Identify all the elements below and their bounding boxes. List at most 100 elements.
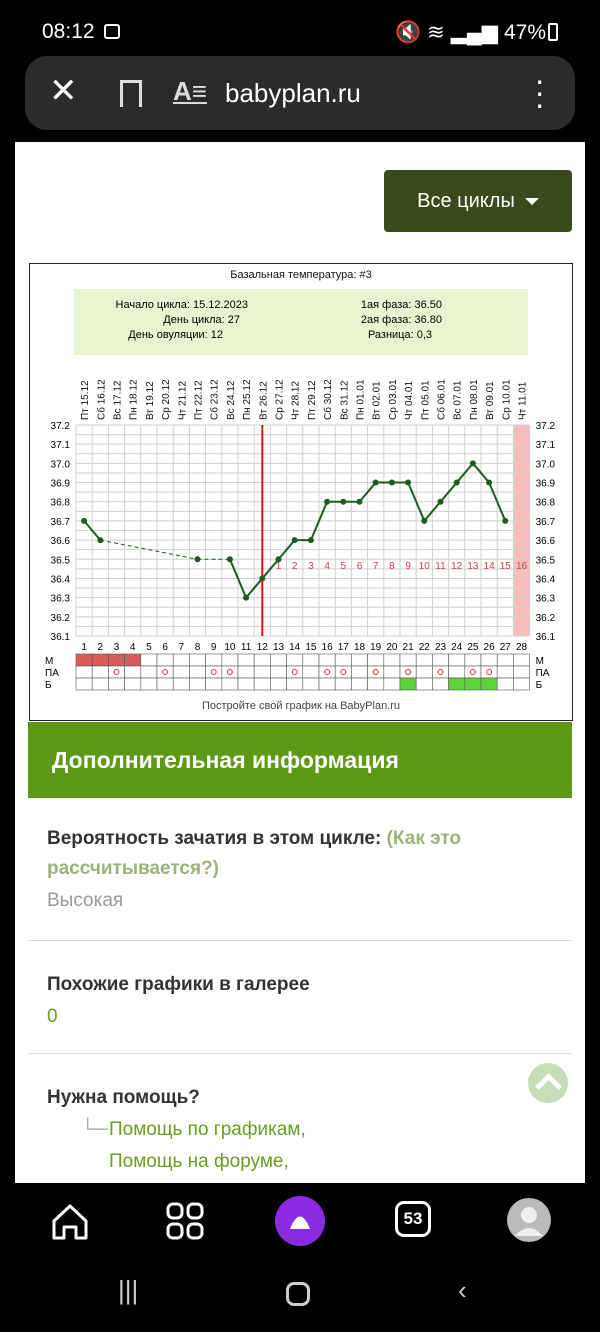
temp-difference: Разница: 0,3 — [368, 329, 432, 341]
marker-cell — [399, 677, 417, 691]
y-tick-label-left: 36.4 — [51, 574, 71, 585]
marker-cell — [399, 653, 417, 667]
day-number: 20 — [386, 642, 398, 653]
marker-cell — [399, 665, 417, 679]
marker-cell — [172, 665, 190, 679]
profile-avatar-icon[interactable] — [507, 1198, 551, 1242]
date-label: Пн 08.01 — [469, 379, 480, 420]
row-label-left: ПА — [45, 668, 59, 679]
y-tick-label-right: 36.6 — [536, 536, 556, 547]
marker-cell — [205, 677, 223, 691]
date-label: Ср 10.01 — [501, 379, 512, 420]
home-button-icon[interactable] — [286, 1282, 310, 1306]
y-tick-label-right: 36.4 — [536, 574, 556, 585]
date-label: Пн 25.12 — [242, 379, 253, 420]
day-number: 13 — [273, 642, 285, 653]
phase2-day-label: 9 — [405, 561, 411, 572]
back-icon[interactable]: ‹ — [458, 1275, 467, 1306]
date-label: Вс 17.12 — [113, 380, 124, 420]
phase2-day-label: 6 — [357, 561, 363, 572]
marker-cell — [513, 677, 530, 691]
close-icon[interactable]: ✕ — [49, 74, 78, 108]
probability-value: Высокая — [47, 890, 124, 911]
probability-label: Вероятность зачатия в этом цикле: — [47, 828, 382, 849]
divider — [28, 940, 572, 941]
y-tick-label-right: 37.1 — [536, 440, 556, 451]
marker-cell — [480, 665, 498, 679]
phase2-day-label: 12 — [451, 561, 463, 572]
y-tick-label-left: 36.1 — [51, 632, 71, 643]
day-number: 3 — [114, 642, 120, 653]
marker-cell — [432, 665, 449, 679]
marker-cell — [464, 665, 482, 679]
home-icon[interactable] — [50, 1201, 90, 1241]
date-label: Пт 15.12 — [80, 380, 91, 420]
y-tick-label-right: 36.1 — [536, 632, 556, 643]
marker-cell — [432, 677, 449, 691]
temperature-point — [421, 517, 428, 524]
phase2-day-label: 5 — [341, 561, 347, 572]
marker-cell — [140, 653, 158, 667]
phase2-day-label: 3 — [308, 561, 314, 572]
day-number: 2 — [98, 642, 104, 653]
help-link-charts[interactable]: Помощь по графикам, — [109, 1114, 306, 1146]
cycle-start: Начало цикла: 15.12.2023 — [116, 299, 248, 311]
url-text[interactable]: babyplan.ru — [225, 78, 361, 109]
marker-cell — [318, 677, 336, 691]
web-page: Все циклы Базальная температура: #3 Начал… — [15, 142, 585, 1183]
date-label: Ср 03.01 — [388, 379, 399, 420]
y-tick-label-right: 36.2 — [536, 613, 556, 624]
phase2-day-label: 2 — [292, 561, 298, 572]
phase2-day-label: 16 — [516, 561, 528, 572]
day-number: 15 — [305, 642, 317, 653]
marker-cell — [205, 653, 223, 667]
clock: 08:12 — [42, 20, 95, 43]
marker-cell — [383, 677, 401, 691]
help-link-forum[interactable]: Помощь на форуме, — [109, 1146, 306, 1178]
temperature-point — [291, 537, 298, 544]
y-tick-label-left: 37.1 — [51, 440, 71, 451]
day-number: 17 — [338, 642, 350, 653]
marker-cell — [189, 653, 206, 667]
date-label: Пт 22.12 — [194, 380, 205, 420]
marker-cell — [270, 677, 287, 691]
marker-cell — [156, 665, 174, 679]
marker-cell — [383, 665, 401, 679]
marker-cell — [286, 677, 304, 691]
info-header: Дополнительная информация — [28, 722, 572, 798]
date-label: Вт 09.01 — [485, 381, 496, 420]
status-icons: 🔇 ≋ ▂▄▆ 47% — [395, 20, 546, 45]
more-menu-icon[interactable]: · · · — [534, 64, 545, 120]
help-label: Нужна помощь? — [47, 1087, 200, 1108]
apps-grid-icon[interactable] — [166, 1202, 204, 1240]
marker-cell — [448, 677, 466, 691]
bookmark-icon[interactable] — [120, 80, 142, 107]
marker-cell — [318, 665, 336, 679]
marker-cell — [415, 665, 433, 679]
marker-cell — [496, 653, 514, 667]
marker-cell — [286, 665, 304, 679]
temperature-point — [340, 498, 347, 505]
cycle-day: День цикла: 27 — [163, 314, 240, 326]
reader-mode-icon[interactable]: A≡ — [173, 76, 207, 107]
day-number: 25 — [467, 642, 479, 653]
temperature-point — [226, 556, 233, 563]
address-bar[interactable]: ✕ A≡ babyplan.ru · · · — [25, 56, 575, 130]
y-tick-label-right: 36.7 — [536, 517, 556, 528]
day-number: 18 — [354, 642, 366, 653]
marker-cell — [318, 653, 336, 667]
tabs-counter-icon[interactable]: 53 — [395, 1201, 431, 1237]
alice-assistant-icon[interactable] — [275, 1196, 325, 1246]
phase2-day-label: 8 — [389, 561, 395, 572]
chart-footer: Постройте свой график на BabyPlan.ru — [202, 700, 400, 712]
date-label: Вт 02.01 — [372, 381, 383, 420]
temperature-point — [388, 479, 395, 486]
day-number: 6 — [162, 642, 168, 653]
marker-cell — [124, 665, 142, 679]
marker-cell — [367, 677, 385, 691]
scroll-top-button[interactable] — [528, 1063, 568, 1103]
similar-count[interactable]: 0 — [47, 1001, 310, 1033]
marker-cell — [140, 677, 158, 691]
all-cycles-button[interactable]: Все циклы — [384, 170, 572, 232]
recents-icon[interactable]: ||| — [118, 1275, 138, 1306]
